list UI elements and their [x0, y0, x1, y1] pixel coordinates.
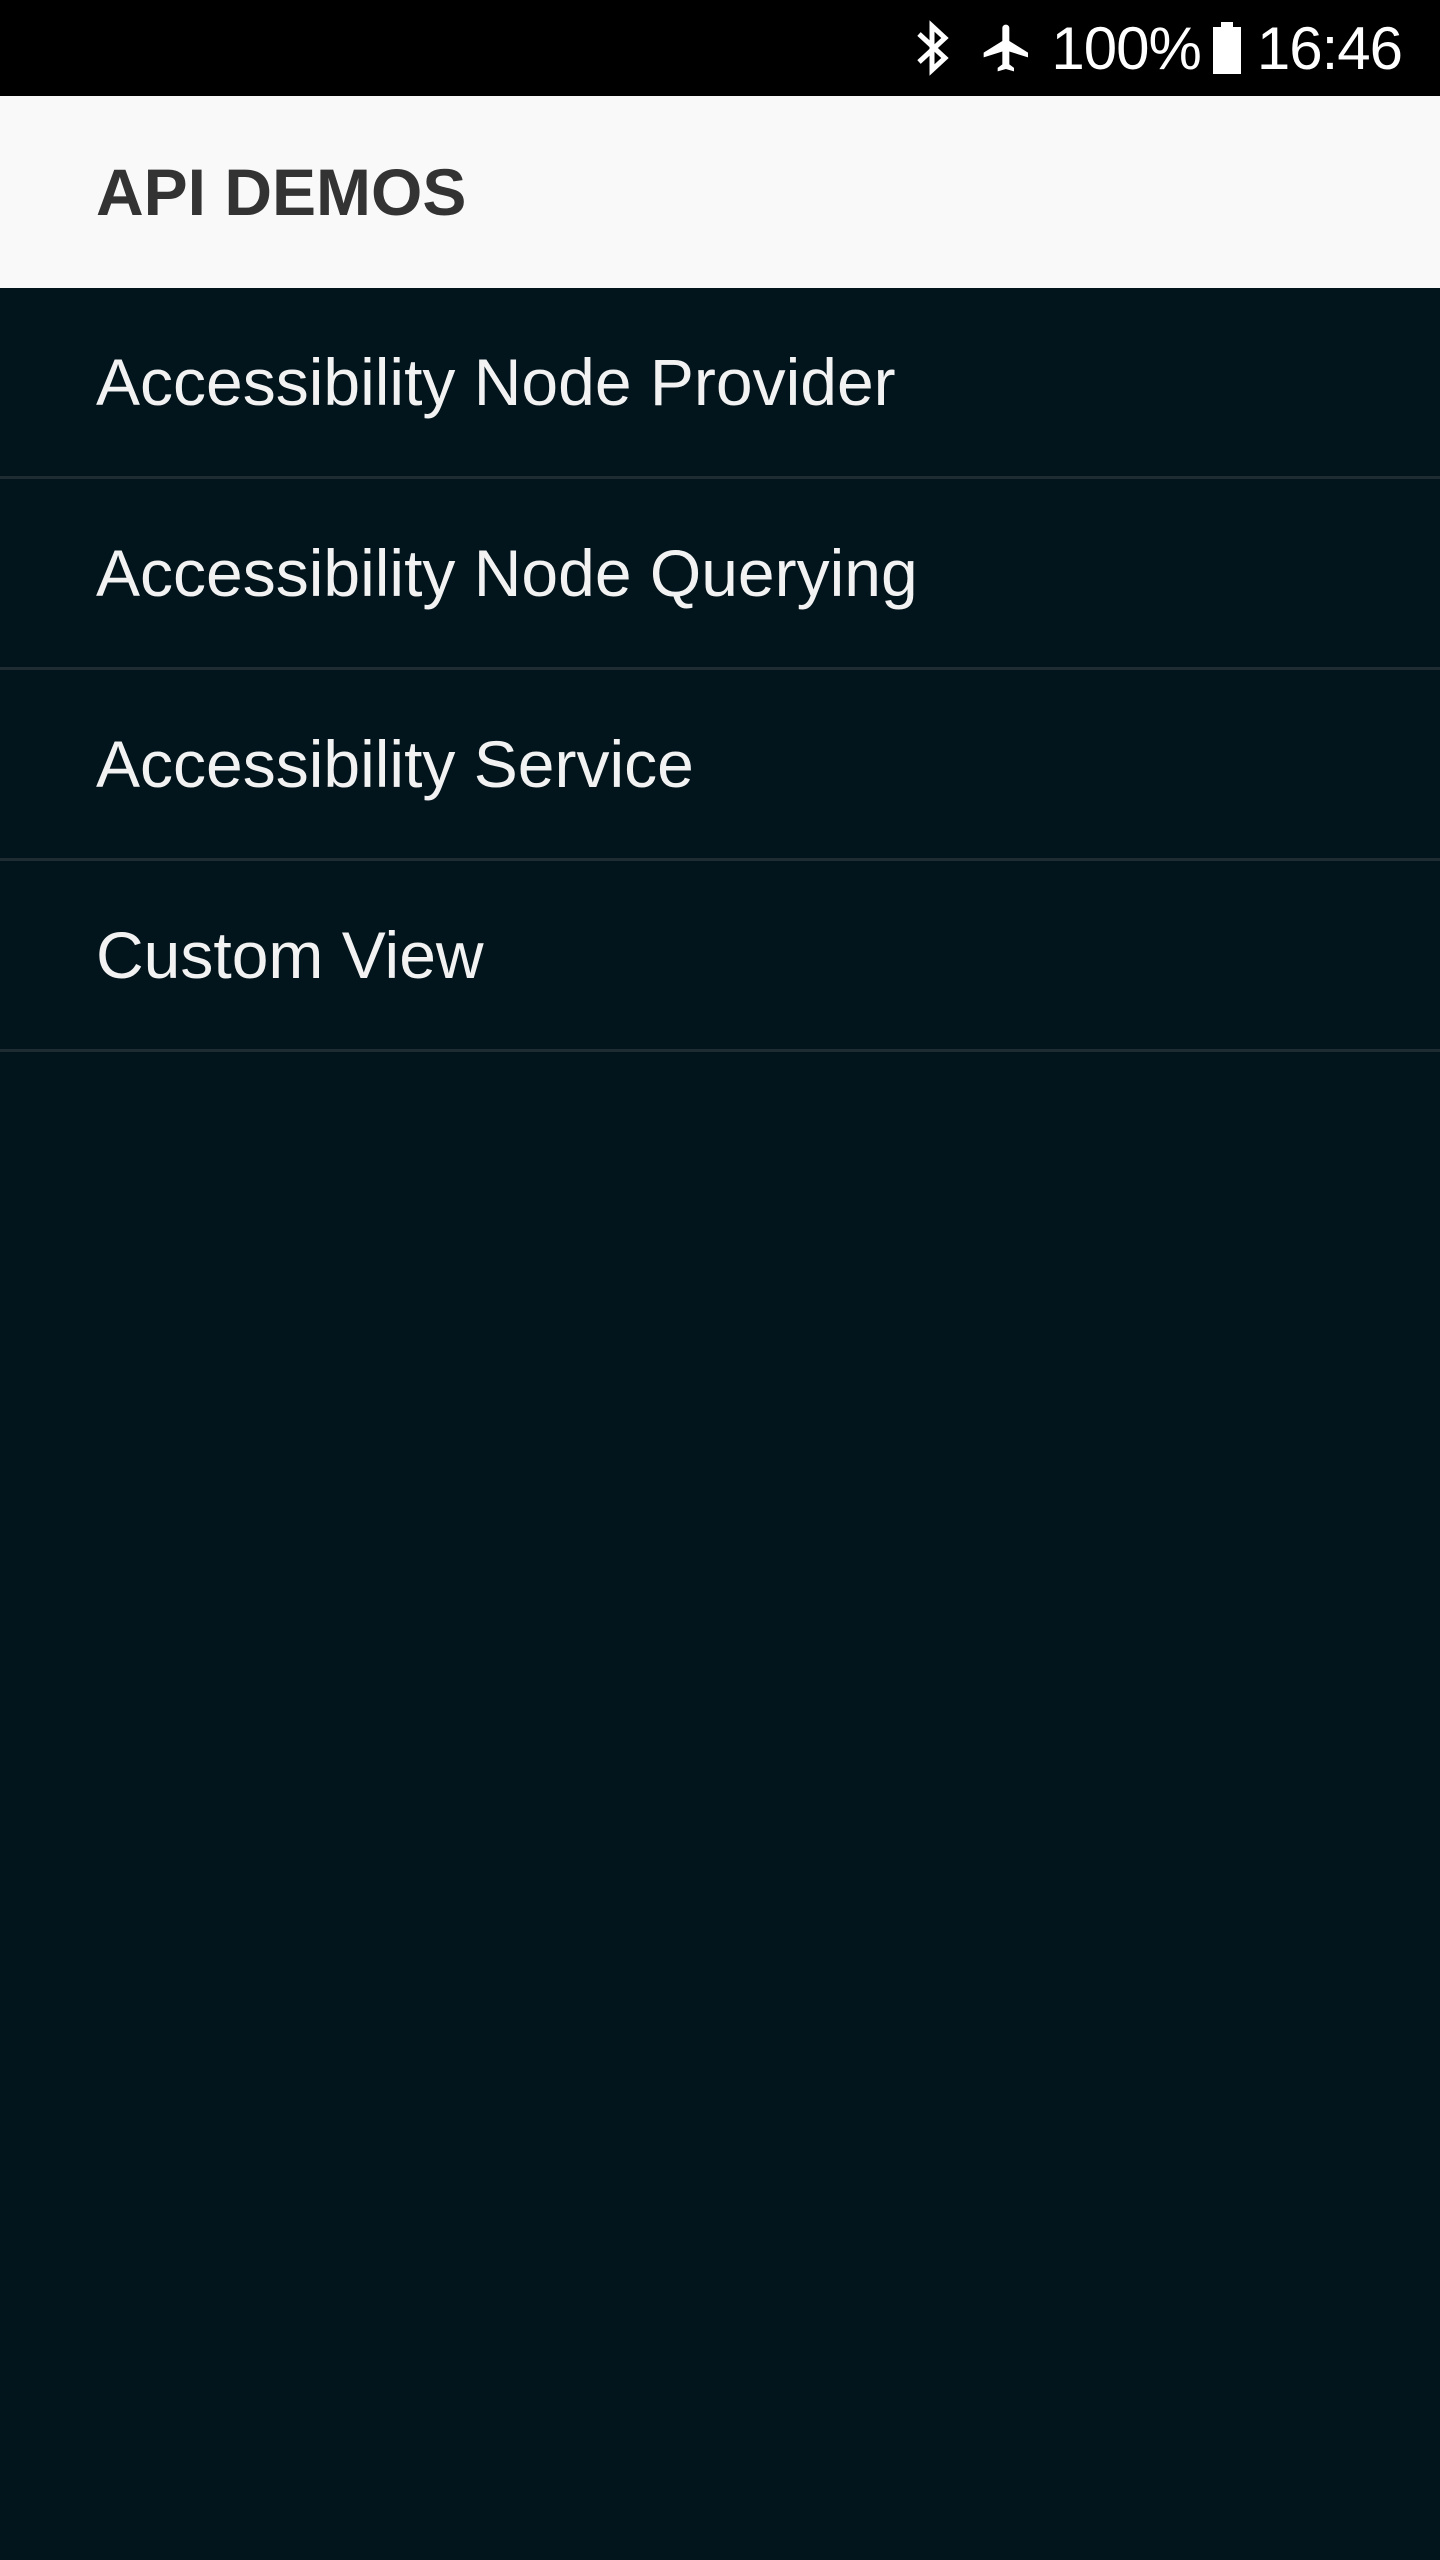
status-clock: 16:46 — [1256, 14, 1403, 82]
bluetooth-icon — [911, 18, 955, 78]
battery-icon — [1211, 20, 1243, 76]
list-item-accessibility-node-provider[interactable]: Accessibility Node Provider — [0, 288, 1440, 479]
list-item-label: Accessibility Service — [96, 727, 694, 801]
list-item-label: Accessibility Node Provider — [96, 345, 896, 419]
demo-list: Accessibility Node Provider Accessibilit… — [0, 288, 1440, 1052]
app-bar: API DEMOS — [0, 96, 1440, 288]
list-item-accessibility-node-querying[interactable]: Accessibility Node Querying — [0, 479, 1440, 670]
page-title: API DEMOS — [96, 155, 467, 229]
list-item-accessibility-service[interactable]: Accessibility Service — [0, 670, 1440, 861]
list-item-label: Accessibility Node Querying — [96, 536, 918, 610]
airplane-mode-icon — [979, 20, 1035, 76]
list-item-custom-view[interactable]: Custom View — [0, 861, 1440, 1052]
status-icons: 100% 16:46 — [911, 0, 1403, 96]
status-bar: 100% 16:46 — [0, 0, 1440, 96]
list-item-label: Custom View — [96, 918, 484, 992]
battery-percentage: 100% — [1051, 14, 1201, 82]
